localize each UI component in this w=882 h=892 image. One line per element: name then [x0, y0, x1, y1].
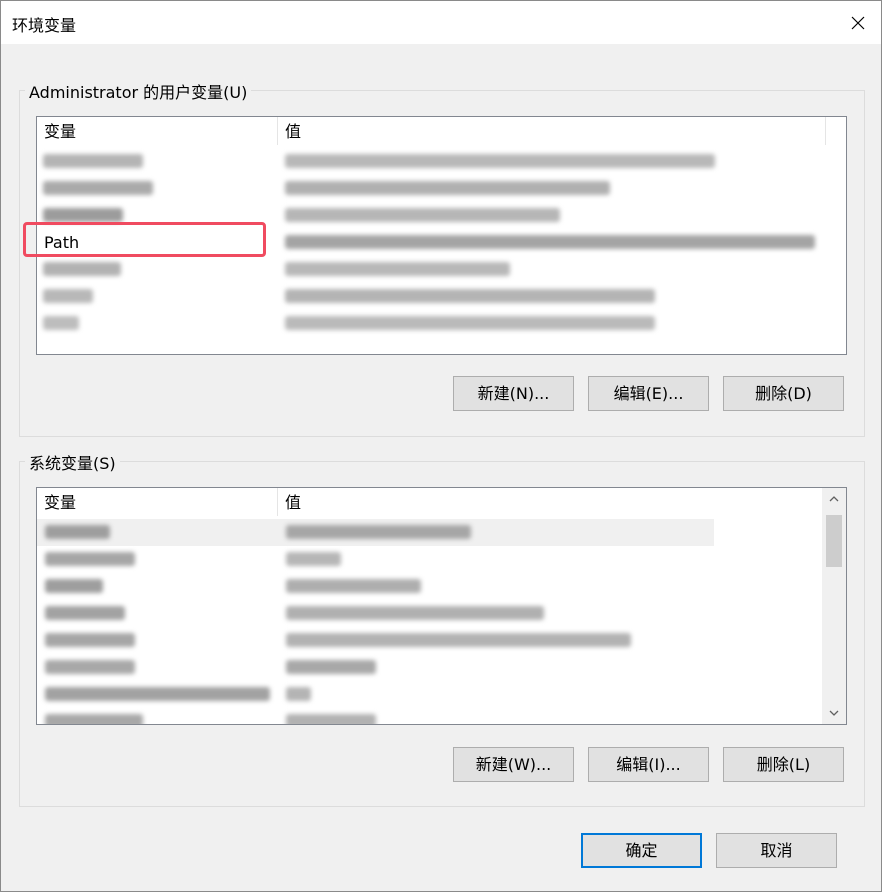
column-header-name[interactable]: 变量: [37, 117, 278, 145]
list-item[interactable]: [37, 546, 822, 573]
list-item[interactable]: [37, 708, 822, 724]
list-item[interactable]: [37, 519, 714, 546]
system-variables-list[interactable]: 变量 值: [36, 487, 847, 725]
ok-button[interactable]: 确定: [581, 833, 702, 868]
window-title: 环境变量: [12, 16, 77, 35]
system-new-button[interactable]: 新建(W)...: [453, 747, 574, 782]
path-highlight-annotation: [23, 222, 266, 257]
title-bar: 环境变量: [1, 1, 881, 44]
system-edit-button[interactable]: 编辑(I)...: [588, 747, 709, 782]
user-variables-label: Administrator 的用户变量(U): [25, 79, 252, 103]
list-item[interactable]: [37, 681, 822, 708]
system-delete-button[interactable]: 删除(L): [723, 747, 844, 782]
list-item[interactable]: [37, 310, 846, 337]
list-item[interactable]: [37, 654, 822, 681]
chevron-up-icon: [829, 496, 839, 502]
list-item[interactable]: [37, 256, 846, 283]
list-header: 变量 值: [37, 117, 846, 145]
scroll-up-button[interactable]: [822, 488, 846, 510]
list-item[interactable]: [37, 600, 822, 627]
vertical-scrollbar[interactable]: [822, 488, 846, 724]
list-item[interactable]: [37, 573, 822, 600]
chevron-down-icon: [829, 710, 839, 716]
close-button[interactable]: [835, 1, 881, 44]
scrollbar-thumb[interactable]: [826, 515, 842, 567]
cancel-button[interactable]: 取消: [716, 833, 837, 868]
user-delete-button[interactable]: 删除(D): [723, 376, 844, 411]
close-icon: [851, 16, 865, 29]
list-item[interactable]: [37, 148, 846, 175]
list-header: 变量 值: [37, 488, 826, 516]
column-header-value[interactable]: 值: [278, 117, 826, 145]
environment-variables-dialog: 环境变量 Administrator 的用户变量(U) 变量 值 Path 新建…: [0, 0, 882, 892]
user-new-button[interactable]: 新建(N)...: [453, 376, 574, 411]
column-header-value[interactable]: 值: [278, 488, 826, 516]
list-item[interactable]: [37, 283, 846, 310]
scroll-down-button[interactable]: [822, 702, 846, 724]
system-variables-label: 系统变量(S): [25, 450, 120, 474]
user-edit-button[interactable]: 编辑(E)...: [588, 376, 709, 411]
list-item[interactable]: [37, 627, 822, 654]
list-item[interactable]: [37, 175, 846, 202]
column-header-name[interactable]: 变量: [37, 488, 278, 516]
